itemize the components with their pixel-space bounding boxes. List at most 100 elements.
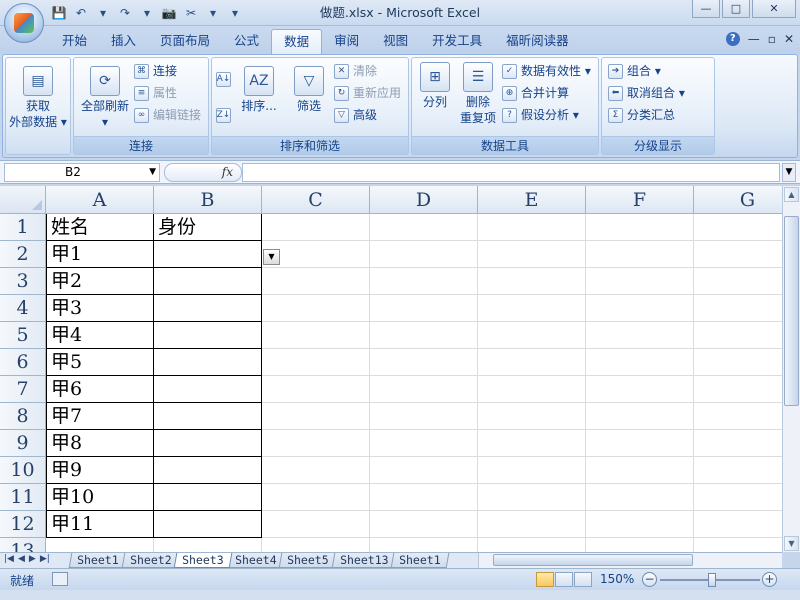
cell-e1[interactable]	[478, 214, 586, 241]
cell-b11[interactable]	[154, 484, 262, 511]
cell-c12[interactable]	[262, 511, 370, 538]
column-header-c[interactable]: C	[262, 186, 370, 214]
cell-f3[interactable]	[586, 268, 694, 295]
last-sheet-icon[interactable]: ▶|	[40, 554, 50, 564]
ribbon-close-button[interactable]: ✕	[784, 32, 794, 46]
sheet-tab[interactable]: Sheet3	[173, 553, 232, 568]
vertical-scrollbar[interactable]: ▲ ▼	[782, 186, 800, 552]
cell-g9[interactable]	[694, 430, 782, 457]
tools-dropdown-icon[interactable]: ▾	[204, 5, 222, 21]
tab-review[interactable]: 审阅	[322, 29, 371, 54]
column-header-e[interactable]: E	[478, 186, 586, 214]
row-header[interactable]: 11	[0, 484, 46, 511]
cell-e12[interactable]	[478, 511, 586, 538]
cell-e2[interactable]	[478, 241, 586, 268]
sheet-tab[interactable]: Sheet1	[68, 553, 127, 568]
cell-d5[interactable]	[370, 322, 478, 349]
normal-view-icon[interactable]	[536, 572, 554, 587]
cell-e8[interactable]	[478, 403, 586, 430]
undo-dropdown-icon[interactable]: ▾	[94, 5, 112, 21]
minimize-button[interactable]: —	[692, 0, 720, 18]
cell-g6[interactable]	[694, 349, 782, 376]
cell-a9[interactable]: 甲8	[46, 430, 154, 457]
column-header-g[interactable]: G	[694, 186, 782, 214]
cell-e4[interactable]	[478, 295, 586, 322]
remove-duplicates-button[interactable]: ☰ 删除 重复项	[456, 62, 500, 126]
cell-a3[interactable]: 甲2	[46, 268, 154, 295]
cell-f8[interactable]	[586, 403, 694, 430]
tab-data[interactable]: 数据	[271, 29, 323, 54]
cell-b8[interactable]	[154, 403, 262, 430]
cell-c6[interactable]	[262, 349, 370, 376]
close-button[interactable]: ✕	[752, 0, 796, 18]
cell-b5[interactable]	[154, 322, 262, 349]
cell-d9[interactable]	[370, 430, 478, 457]
cell-g13[interactable]	[694, 538, 782, 552]
cell-d1[interactable]	[370, 214, 478, 241]
validation-dropdown-icon[interactable]: ▼	[263, 249, 280, 265]
redo-icon[interactable]: ↷	[116, 5, 134, 21]
cell-f1[interactable]	[586, 214, 694, 241]
cell-g10[interactable]	[694, 457, 782, 484]
tab-page-layout[interactable]: 页面布局	[148, 29, 222, 54]
cell-f10[interactable]	[586, 457, 694, 484]
row-header[interactable]: 9	[0, 430, 46, 457]
row-header[interactable]: 4	[0, 295, 46, 322]
group-button[interactable]: ➔ 组合 ▾	[608, 62, 661, 80]
name-box-dropdown-icon[interactable]: ▼	[149, 164, 156, 181]
data-validation-button[interactable]: ✓ 数据有效性 ▾	[502, 62, 591, 80]
scroll-up-icon[interactable]: ▲	[784, 187, 799, 202]
cell-c1[interactable]	[262, 214, 370, 241]
tab-home[interactable]: 开始	[50, 29, 99, 54]
cell-d11[interactable]	[370, 484, 478, 511]
cell-b12[interactable]	[154, 511, 262, 538]
refresh-all-button[interactable]: ⟳ 全部刷新 ▾	[76, 66, 134, 130]
row-header[interactable]: 1	[0, 214, 46, 241]
insert-function-icon[interactable]: fx	[222, 165, 233, 179]
row-header[interactable]: 5	[0, 322, 46, 349]
cell-d7[interactable]	[370, 376, 478, 403]
connections-button[interactable]: ⌘ 连接	[134, 62, 177, 80]
cell-e13[interactable]	[478, 538, 586, 552]
cell-f9[interactable]	[586, 430, 694, 457]
sort-desc-button[interactable]: Z↓	[216, 106, 231, 124]
cell-c11[interactable]	[262, 484, 370, 511]
cell-a13[interactable]	[46, 538, 154, 552]
cell-g2[interactable]	[694, 241, 782, 268]
zoom-level[interactable]: 150%	[600, 572, 634, 586]
tools-icon[interactable]: ✂	[182, 5, 200, 21]
what-if-analysis-button[interactable]: ? 假设分析 ▾	[502, 106, 579, 124]
cell-d10[interactable]	[370, 457, 478, 484]
row-header[interactable]: 3	[0, 268, 46, 295]
cell-b6[interactable]	[154, 349, 262, 376]
row-header[interactable]: 6	[0, 349, 46, 376]
cell-a1[interactable]: 姓名	[46, 214, 154, 241]
cell-a5[interactable]: 甲4	[46, 322, 154, 349]
vertical-scroll-thumb[interactable]	[784, 216, 799, 406]
cell-d3[interactable]	[370, 268, 478, 295]
horizontal-scrollbar[interactable]	[478, 553, 782, 568]
cell-c9[interactable]	[262, 430, 370, 457]
cell-f2[interactable]	[586, 241, 694, 268]
cell-c4[interactable]	[262, 295, 370, 322]
cell-b9[interactable]	[154, 430, 262, 457]
column-header-a[interactable]: A	[46, 186, 154, 214]
cell-e9[interactable]	[478, 430, 586, 457]
sort-button[interactable]: AZ 排序...	[238, 66, 280, 114]
cell-f13[interactable]	[586, 538, 694, 552]
formula-input[interactable]	[242, 163, 780, 182]
row-header[interactable]: 13	[0, 538, 46, 552]
cell-d2[interactable]	[370, 241, 478, 268]
cell-b7[interactable]	[154, 376, 262, 403]
cell-b4[interactable]	[154, 295, 262, 322]
cell-f5[interactable]	[586, 322, 694, 349]
row-header[interactable]: 2	[0, 241, 46, 268]
cell-a7[interactable]: 甲6	[46, 376, 154, 403]
subtotal-button[interactable]: Σ 分类汇总	[608, 106, 675, 124]
row-header[interactable]: 12	[0, 511, 46, 538]
cell-c10[interactable]	[262, 457, 370, 484]
cell-f12[interactable]	[586, 511, 694, 538]
sheet-tab[interactable]: Sheet5	[278, 553, 338, 568]
cell-g12[interactable]	[694, 511, 782, 538]
sort-asc-button[interactable]: A↓	[216, 70, 231, 88]
